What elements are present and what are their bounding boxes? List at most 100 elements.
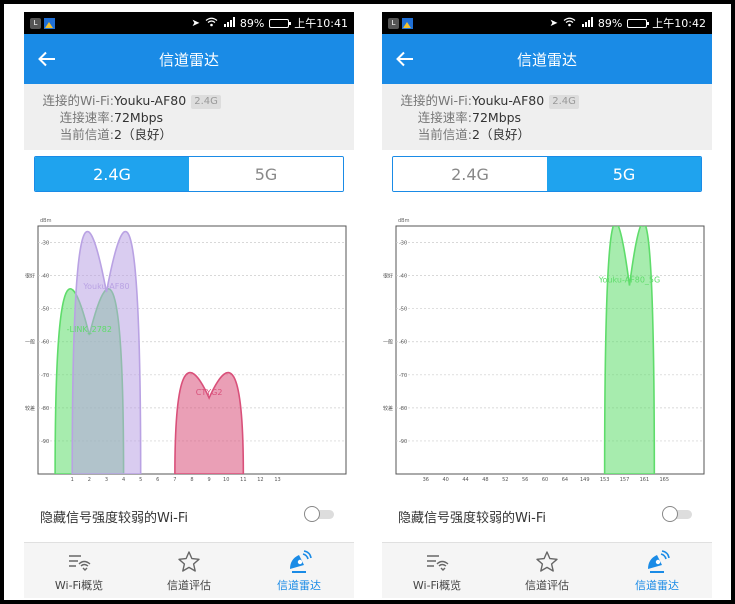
hide-weak-wifi-toggle[interactable] <box>662 506 694 522</box>
nav-label: Wi-Fi概览 <box>54 579 104 592</box>
hide-weak-wifi-toggle[interactable] <box>304 506 336 522</box>
back-arrow-icon[interactable] <box>34 46 60 72</box>
toggle-knob <box>304 506 320 522</box>
cell-signal-icon <box>223 16 235 30</box>
notification-app-icon: L <box>388 17 399 29</box>
phone-screen-5g: L ➤ 89% 上午10:42 信道雷达 连接的Wi-Fi: Youku-AF8… <box>382 12 712 598</box>
app-bar: 信道雷达 <box>382 34 712 84</box>
x-tick-label: 36 <box>423 477 429 483</box>
link-rate-value: 72Mbps <box>114 110 164 125</box>
x-tick-label: 9 <box>208 477 211 483</box>
battery-icon <box>269 18 292 28</box>
info-row-rate: 连接速率: 72Mbps <box>382 109 712 126</box>
signal-quality-label: 一般 <box>25 339 35 346</box>
band-badge: 2.4G <box>549 95 579 109</box>
x-tick-label: 1 <box>71 477 74 483</box>
x-tick-label: 64 <box>562 477 568 483</box>
y-tick-label: -50 <box>399 307 407 313</box>
x-tick-label: 52 <box>502 477 508 483</box>
screenshot-canvas: L ➤ 89% 上午10:41 信道雷达 连接的Wi-Fi: Youku-AF8… <box>4 4 731 600</box>
nav-item-channel-assessment[interactable]: 信道评估 <box>492 543 602 598</box>
nav-item-channel-radar[interactable]: 信道雷达 <box>244 543 354 598</box>
nav-item-channel-assessment[interactable]: 信道评估 <box>134 543 244 598</box>
tab-2-4g[interactable]: 2.4G <box>35 157 189 191</box>
x-tick-label: 153 <box>600 477 610 483</box>
x-tick-label: 56 <box>522 477 528 483</box>
clock: 上午10:42 <box>652 17 706 30</box>
signal-quality-label: 较差 <box>383 405 393 412</box>
nav-item-wifi-overview[interactable]: Wi-Fi概览 <box>24 543 134 598</box>
nav-item-wifi-overview[interactable]: Wi-Fi概览 <box>382 543 492 598</box>
page-title: 信道雷达 <box>516 50 577 69</box>
x-tick-label: 3 <box>105 477 108 483</box>
radar-icon <box>648 550 670 573</box>
y-tick-label: -70 <box>399 373 407 379</box>
y-tick-label: -40 <box>399 274 407 280</box>
connected-wifi-ssid: Youku-AF80 <box>114 93 187 108</box>
x-tick-label: 2 <box>88 477 91 483</box>
y-tick-label: -30 <box>399 241 407 247</box>
x-tick-label: 48 <box>482 477 488 483</box>
info-row-channel: 当前信道: 2（良好） <box>382 126 712 143</box>
hide-weak-wifi-label: 隐藏信号强度较弱的Wi-Fi <box>398 511 547 526</box>
plot-frame <box>395 225 705 475</box>
gallery-notification-icon <box>402 17 413 29</box>
x-tick-label: 5 <box>139 477 142 483</box>
channel-radar-chart: dBm -30 -40 -50 -60 -70 -80 -90 很好一般较差 36 40 44 48 52… <box>383 218 705 483</box>
current-channel-value: 2（良好） <box>472 127 530 142</box>
y-tick-label: -50 <box>41 307 49 313</box>
app-bar: 信道雷达 <box>24 34 354 84</box>
info-row-rate: 连接速率: 72Mbps <box>24 109 354 126</box>
y-axis-unit: dBm <box>398 218 410 224</box>
y-tick-label: -80 <box>41 406 49 412</box>
location-icon: ➤ <box>191 17 200 29</box>
nav-item-channel-radar[interactable]: 信道雷达 <box>602 543 712 598</box>
y-axis-unit: dBm <box>40 218 52 224</box>
clock: 上午10:41 <box>294 17 348 30</box>
status-bar: L ➤ 89% 上午10:41 <box>24 12 354 34</box>
nav-label: Wi-Fi概览 <box>412 579 462 592</box>
tab-5g[interactable]: 5G <box>547 157 701 191</box>
network-label: -LINK_2782 <box>67 325 112 334</box>
link-rate-value: 72Mbps <box>472 110 522 125</box>
x-tick-label: 157 <box>620 477 630 483</box>
x-tick-label: 149 <box>580 477 590 483</box>
x-tick-label: 165 <box>659 477 669 483</box>
info-label: 当前信道: <box>417 127 472 142</box>
band-switch: 2.4G 5G <box>34 156 344 192</box>
connected-wifi-name: Youku-AF80 2.4G <box>114 92 221 109</box>
y-tick-label: -30 <box>41 241 49 247</box>
nav-label: 信道评估 <box>525 579 569 592</box>
bottom-nav: Wi-Fi概览 信道评估 信道雷达 <box>24 542 354 598</box>
connection-info-panel: 连接的Wi-Fi: Youku-AF80 2.4G 连接速率: 72Mbps 当前… <box>24 84 354 150</box>
y-tick-label: -90 <box>41 439 49 445</box>
x-tick-label: 10 <box>223 477 229 483</box>
x-tick-label: 4 <box>122 477 125 483</box>
battery-percent: 89% <box>597 16 623 30</box>
x-tick-label: 8 <box>190 477 193 483</box>
signal-quality-label: 很好 <box>383 273 393 280</box>
connected-wifi-name: Youku-AF80 2.4G <box>472 92 579 109</box>
tab-2-4g[interactable]: 2.4G <box>393 157 547 191</box>
y-tick-label: -60 <box>41 340 49 346</box>
info-label: 连接速率: <box>417 110 472 125</box>
y-tick-label: -70 <box>41 373 49 379</box>
info-row-channel: 当前信道: 2（良好） <box>24 126 354 143</box>
back-arrow-icon[interactable] <box>392 46 418 72</box>
toggle-knob <box>662 506 678 522</box>
x-tick-label: 7 <box>173 477 176 483</box>
info-row-wifi: 连接的Wi-Fi: Youku-AF80 2.4G <box>382 92 712 109</box>
nav-label: 信道评估 <box>167 579 211 592</box>
x-tick-label: 13 <box>274 477 280 483</box>
x-tick-label: 40 <box>442 477 448 483</box>
x-tick-label: 161 <box>640 477 650 483</box>
info-label: 连接速率: <box>59 110 114 125</box>
hide-weak-wifi-row: 隐藏信号强度较弱的Wi-Fi <box>382 502 712 528</box>
star-icon <box>178 551 200 572</box>
connected-wifi-ssid: Youku-AF80 <box>472 93 545 108</box>
x-tick-label: 11 <box>240 477 246 483</box>
page-title: 信道雷达 <box>158 50 219 69</box>
current-channel-value: 2（良好） <box>114 127 172 142</box>
tab-5g[interactable]: 5G <box>189 157 343 191</box>
x-tick-label: 12 <box>257 477 263 483</box>
